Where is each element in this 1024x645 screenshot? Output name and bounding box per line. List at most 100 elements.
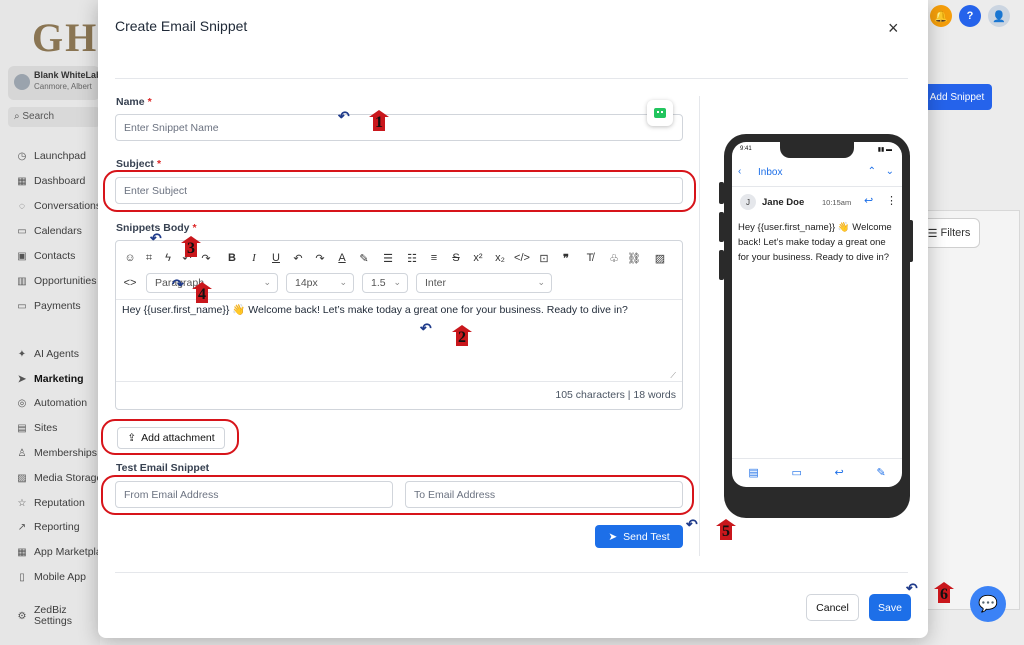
brush-icon[interactable]: ♧: [606, 249, 622, 267]
account-switcher[interactable]: Blank WhiteLabel Canmore, Albert: [8, 66, 100, 100]
source-code-icon[interactable]: <>: [122, 274, 138, 292]
undo2-icon[interactable]: ↶: [290, 249, 306, 267]
reply-icon: ↩: [864, 195, 874, 207]
annotation-arrow-icon: ↶: [420, 320, 432, 336]
strikethrough-icon[interactable]: S: [448, 249, 464, 267]
create-email-snippet-modal: Create Email Snippet × Name* Subject* Sn…: [98, 0, 928, 638]
sidebar-item-calendars[interactable]: ▭ Calendars: [16, 225, 82, 237]
redo2-icon[interactable]: ↷: [312, 249, 328, 267]
more-vertical-icon: ⋮: [886, 195, 897, 207]
image-icon: ▨: [17, 473, 27, 484]
contacts-icon: ▣: [17, 251, 27, 262]
bell-icon[interactable]: 🔔: [930, 5, 952, 27]
compose-icon: ✎: [876, 467, 886, 479]
save-button[interactable]: Save: [869, 594, 911, 621]
superscript-icon[interactable]: x²: [470, 249, 486, 267]
sidebar-item-ai-agents[interactable]: ✦ AI Agents: [16, 348, 79, 360]
font-size-select[interactable]: 14px ⌄: [286, 273, 354, 293]
sidebar-item-memberships[interactable]: ♙ Memberships: [16, 447, 98, 459]
annotation-arrow-icon: ↶: [686, 516, 698, 532]
sidebar-item-media-storage[interactable]: ▨ Media Storage: [16, 472, 102, 484]
chevron-up-icon: ⌃: [867, 166, 876, 177]
chat-widget-icon[interactable]: 💬: [970, 586, 1006, 622]
chevron-down-icon: ⌄: [885, 166, 894, 177]
sparkle-icon: ✦: [17, 349, 27, 360]
annotation-arrow-icon: ↶: [150, 230, 162, 246]
ai-assistant-icon[interactable]: [647, 100, 673, 126]
chevron-down-icon: ⌄: [339, 277, 347, 287]
vertical-divider: [699, 96, 700, 556]
lightning-icon[interactable]: ϟ: [160, 249, 176, 267]
top-icons: 🔔 ? 👤: [930, 5, 1010, 27]
code-block-icon[interactable]: ⊡: [536, 249, 552, 267]
chevron-down-icon: ⌄: [537, 277, 545, 287]
reply-icon: ↩: [834, 467, 844, 479]
sidebar-item-mobile-app[interactable]: ▯ Mobile App: [16, 571, 86, 583]
sidebar-item-launchpad[interactable]: ◷ Launchpad: [16, 150, 86, 162]
sidebar-item-reputation[interactable]: ☆ Reputation: [16, 497, 85, 509]
launchpad-icon: ◷: [17, 151, 27, 162]
annotation-marker-5: 5: [716, 519, 736, 541]
phone-preview: 9:41 ▮▮ ▬ ‹ Inbox ⌃ ⌄ J Jane Doe 10:15am…: [724, 134, 910, 518]
annotation-marker-3: 3: [181, 236, 201, 258]
highlight-icon[interactable]: ✎: [356, 249, 372, 267]
send-test-button[interactable]: ➤ Send Test: [595, 525, 683, 548]
sidebar-search[interactable]: ⌕ Search: [8, 107, 100, 127]
font-family-select[interactable]: Inter ⌄: [416, 273, 552, 293]
sidebar-item-opportunities[interactable]: ▥ Opportunities: [16, 275, 96, 287]
bullet-list-icon[interactable]: ☰: [380, 249, 396, 267]
status-time: 9:41: [740, 146, 752, 152]
sent-time: 10:15am: [822, 198, 852, 207]
phone-screen: 9:41 ▮▮ ▬ ‹ Inbox ⌃ ⌄ J Jane Doe 10:15am…: [732, 142, 902, 487]
sidebar-item-marketing[interactable]: ➤ Marketing: [16, 373, 84, 385]
annotation-ring-subject: [103, 170, 696, 212]
tag-icon[interactable]: ⌗: [141, 249, 157, 267]
annotation-arrow-icon: ↷: [172, 276, 184, 292]
chat-icon: ◌: [19, 201, 25, 212]
inbox-header: ‹ Inbox ⌃ ⌄: [738, 166, 896, 182]
text-color-icon[interactable]: A: [334, 249, 350, 267]
subscript-icon[interactable]: x₂: [492, 249, 508, 267]
chevron-down-icon: ⌄: [393, 277, 401, 287]
folder-icon: ▭: [791, 467, 802, 479]
sidebar-item-sites[interactable]: ▤ Sites: [16, 422, 57, 434]
help-icon[interactable]: ?: [959, 5, 981, 27]
phone-bottom-bar: ▤ ▭ ↩ ✎: [732, 466, 902, 479]
sidebar-item-payments[interactable]: ▭ Payments: [16, 300, 80, 312]
bold-icon[interactable]: B: [224, 249, 240, 267]
cancel-button[interactable]: Cancel: [806, 594, 859, 621]
code-icon[interactable]: </>: [514, 249, 530, 267]
inbox-label: Inbox: [758, 167, 783, 178]
numbered-list-icon[interactable]: ☷: [404, 249, 420, 267]
link-icon[interactable]: ⛓: [626, 249, 642, 267]
account-location: Canmore, Albert: [34, 82, 92, 91]
snippet-name-input[interactable]: [115, 114, 683, 141]
rich-text-editor[interactable]: ☺ ⌗ ϟ ↶ ↷ B I U ↶ ↷ A ✎ ☰ ☷ ≡ S x² x₂ </…: [115, 240, 683, 410]
editor-content[interactable]: Hey {{user.first_name}} 👋 Welcome back! …: [122, 303, 678, 317]
underline-icon[interactable]: U: [268, 249, 284, 267]
clear-format-icon[interactable]: T̸: [582, 249, 598, 267]
resize-handle-icon[interactable]: ⟋: [670, 371, 676, 381]
image-icon[interactable]: ▨: [652, 249, 668, 267]
line-height-select[interactable]: 1.5 ⌄: [362, 273, 408, 293]
user-avatar[interactable]: 👤: [988, 5, 1010, 27]
paragraph-select[interactable]: Paragraph ⌄: [146, 273, 278, 293]
sidebar-item-reporting[interactable]: ↗ Reporting: [16, 521, 80, 533]
mobile-icon: ▯: [19, 572, 25, 583]
annotation-arrow-icon: ↶: [906, 580, 918, 596]
add-snippet-button[interactable]: Add Snippet: [922, 84, 992, 110]
archive-icon: ▤: [748, 467, 759, 479]
emoji-icon[interactable]: ☺: [122, 249, 138, 267]
sidebar-item-contacts[interactable]: ▣ Contacts: [16, 250, 75, 262]
quote-icon[interactable]: ❞: [558, 249, 574, 267]
italic-icon[interactable]: I: [246, 249, 262, 267]
sender-avatar: J: [740, 194, 756, 210]
sidebar-item-conversations[interactable]: ◌ Conversations: [16, 200, 101, 212]
chevron-down-icon: ⌄: [263, 277, 271, 287]
sidebar-item-automation[interactable]: ◎ Automation: [16, 397, 88, 409]
sidebar-item-settings[interactable]: ⚙ ZedBiz Settings: [16, 605, 96, 627]
apps-icon: ▦: [17, 547, 27, 558]
align-icon[interactable]: ≡: [426, 249, 442, 267]
sidebar-item-dashboard[interactable]: ▦ Dashboard: [16, 175, 85, 187]
close-icon[interactable]: ×: [888, 18, 899, 39]
